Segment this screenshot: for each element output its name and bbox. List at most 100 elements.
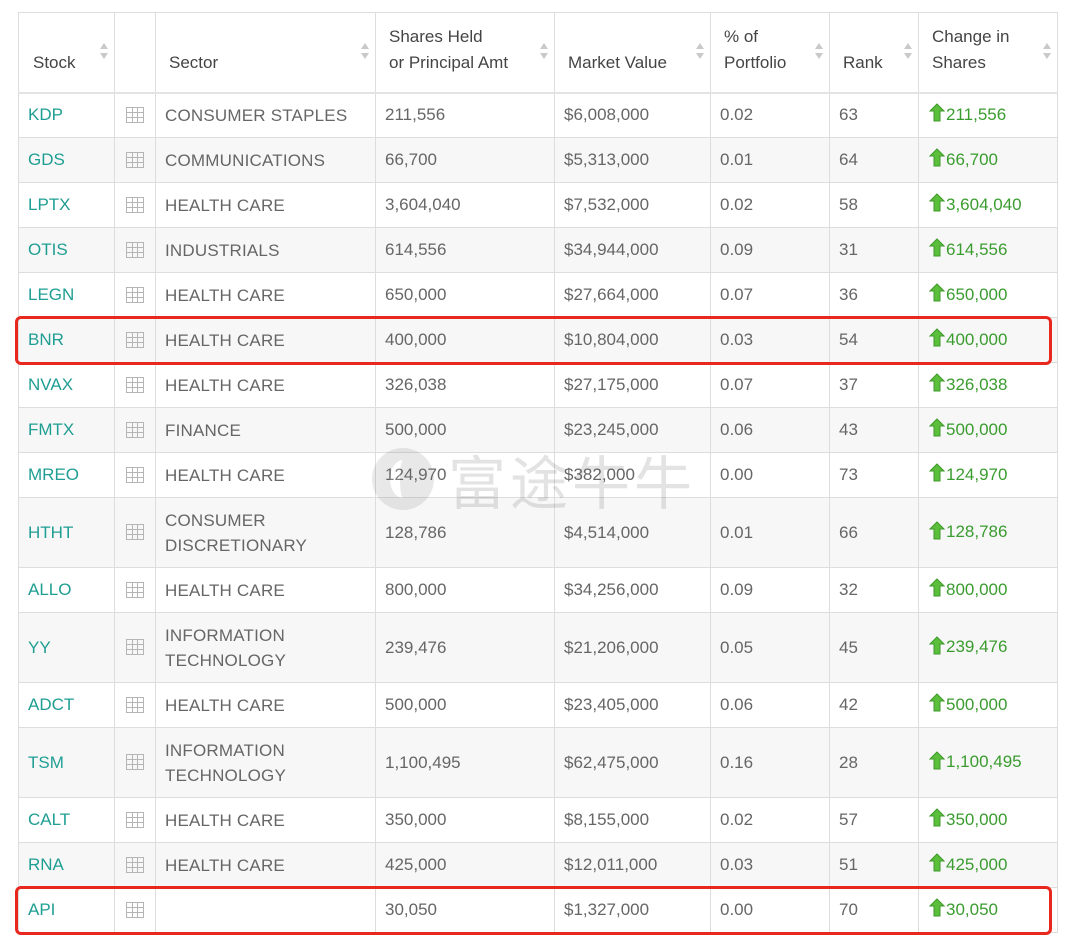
chart-cell[interactable] bbox=[114, 137, 156, 183]
rank-cell: 37 bbox=[829, 362, 919, 408]
change-value: 30,050 bbox=[946, 899, 998, 919]
percent-portfolio-cell: 0.01 bbox=[710, 137, 830, 183]
stock-ticker-link[interactable]: API bbox=[18, 887, 115, 933]
market-value-cell: $5,313,000 bbox=[554, 137, 711, 183]
stock-ticker-link[interactable]: NVAX bbox=[18, 362, 115, 408]
chart-cell[interactable] bbox=[114, 227, 156, 273]
grid-table-icon[interactable] bbox=[126, 241, 144, 258]
chart-cell[interactable] bbox=[114, 497, 156, 568]
change-in-shares-cell: 124,970 bbox=[918, 452, 1058, 498]
chart-cell[interactable] bbox=[114, 362, 156, 408]
stock-ticker-link[interactable]: CALT bbox=[18, 797, 115, 843]
stock-ticker-link[interactable]: OTIS bbox=[18, 227, 115, 273]
sector-cell: HEALTH CARE bbox=[155, 317, 376, 363]
column-header-label: Shares Held bbox=[389, 26, 483, 46]
shares-cell: 124,970 bbox=[375, 452, 555, 498]
change-in-shares-cell: 614,556 bbox=[918, 227, 1058, 273]
grid-table-icon[interactable] bbox=[126, 581, 144, 598]
change-in-shares-cell: 1,100,495 bbox=[918, 727, 1058, 798]
column-header-change-in-shares[interactable]: Change in Shares bbox=[918, 12, 1058, 94]
chart-cell[interactable] bbox=[114, 92, 156, 138]
sector-line-1: FINANCE bbox=[165, 420, 242, 440]
column-header-market-value[interactable]: Market Value bbox=[554, 12, 711, 94]
grid-table-icon[interactable] bbox=[126, 639, 144, 655]
stock-ticker-link[interactable]: HTHT bbox=[18, 497, 115, 568]
change-in-shares-cell: 128,786 bbox=[918, 497, 1058, 568]
stock-ticker-link[interactable]: FMTX bbox=[18, 407, 115, 453]
column-header-sector[interactable]: Sector bbox=[155, 12, 376, 94]
chart-cell[interactable] bbox=[114, 407, 156, 453]
change-value: 66,700 bbox=[946, 149, 998, 169]
grid-table-icon[interactable] bbox=[126, 331, 144, 348]
chart-cell[interactable] bbox=[114, 887, 156, 933]
column-header-shares[interactable]: Shares Held or Principal Amt bbox=[375, 12, 555, 94]
grid-table-icon[interactable] bbox=[126, 151, 144, 168]
column-header-percent-portfolio[interactable]: % of Portfolio bbox=[710, 12, 830, 94]
market-value-cell: $21,206,000 bbox=[554, 612, 711, 683]
shares-cell: 239,476 bbox=[375, 612, 555, 683]
chart-cell[interactable] bbox=[114, 567, 156, 613]
chart-cell[interactable] bbox=[114, 727, 156, 798]
shares-cell: 800,000 bbox=[375, 567, 555, 613]
chart-cell[interactable] bbox=[114, 317, 156, 363]
rank-cell: 51 bbox=[829, 842, 919, 888]
sort-arrows-icon[interactable] bbox=[540, 43, 548, 61]
chart-cell[interactable] bbox=[114, 682, 156, 728]
chart-cell[interactable] bbox=[114, 797, 156, 843]
up-arrow-icon bbox=[929, 693, 945, 712]
stock-ticker-link[interactable]: LEGN bbox=[18, 272, 115, 318]
market-value-cell: $7,532,000 bbox=[554, 182, 711, 228]
market-value-cell: $382,000 bbox=[554, 452, 711, 498]
percent-portfolio-cell: 0.09 bbox=[710, 567, 830, 613]
grid-table-icon[interactable] bbox=[126, 696, 144, 713]
sort-arrows-icon[interactable] bbox=[361, 43, 369, 61]
sort-arrows-icon[interactable] bbox=[1043, 43, 1051, 61]
grid-table-icon[interactable] bbox=[126, 196, 144, 213]
grid-table-icon[interactable] bbox=[126, 421, 144, 438]
chart-cell[interactable] bbox=[114, 452, 156, 498]
change-value: 400,000 bbox=[946, 329, 1008, 349]
up-arrow-icon bbox=[929, 283, 945, 302]
sort-arrows-icon[interactable] bbox=[815, 43, 823, 61]
stock-ticker-link[interactable]: YY bbox=[18, 612, 115, 683]
sector-cell: HEALTH CARE bbox=[155, 362, 376, 408]
table-row: TSM INFORMATION TECHNOLOGY 1,100,495 $62,475… bbox=[18, 727, 1058, 798]
sector-cell: INFORMATION TECHNOLOGY bbox=[155, 612, 376, 683]
table-row: LPTX HEALTH CARE 3,604,040 $7,532,000 0.02 58… bbox=[18, 182, 1058, 228]
grid-table-icon[interactable] bbox=[126, 524, 144, 540]
stock-ticker-link[interactable]: RNA bbox=[18, 842, 115, 888]
sort-arrows-icon[interactable] bbox=[100, 43, 108, 61]
chart-cell[interactable] bbox=[114, 272, 156, 318]
stock-ticker-link[interactable]: BNR bbox=[18, 317, 115, 363]
sector-line-1: INFORMATION bbox=[165, 740, 285, 760]
grid-table-icon[interactable] bbox=[126, 466, 144, 483]
stock-ticker-link[interactable]: ADCT bbox=[18, 682, 115, 728]
grid-table-icon[interactable] bbox=[126, 754, 144, 770]
column-header-stock[interactable]: Stock bbox=[18, 12, 115, 94]
stock-ticker-link[interactable]: TSM bbox=[18, 727, 115, 798]
sort-arrows-icon[interactable] bbox=[904, 43, 912, 61]
grid-table-icon[interactable] bbox=[126, 901, 144, 918]
grid-table-icon[interactable] bbox=[126, 376, 144, 393]
sector-cell: FINANCE bbox=[155, 407, 376, 453]
stock-ticker-link[interactable]: ALLO bbox=[18, 567, 115, 613]
chart-cell[interactable] bbox=[114, 842, 156, 888]
sector-line-1: HEALTH CARE bbox=[165, 855, 285, 875]
stock-ticker-link[interactable]: KDP bbox=[18, 92, 115, 138]
grid-table-icon[interactable] bbox=[126, 106, 144, 123]
chart-cell[interactable] bbox=[114, 612, 156, 683]
sector-line-1: INFORMATION bbox=[165, 625, 285, 645]
column-header-rank[interactable]: Rank bbox=[829, 12, 919, 94]
grid-table-icon[interactable] bbox=[126, 286, 144, 303]
stock-ticker-link[interactable]: MREO bbox=[18, 452, 115, 498]
change-value: 128,786 bbox=[946, 522, 1008, 542]
grid-table-icon[interactable] bbox=[126, 856, 144, 873]
sector-cell: HEALTH CARE bbox=[155, 842, 376, 888]
sort-arrows-icon[interactable] bbox=[696, 43, 704, 61]
grid-table-icon[interactable] bbox=[126, 811, 144, 828]
chart-cell[interactable] bbox=[114, 182, 156, 228]
percent-portfolio-cell: 0.07 bbox=[710, 272, 830, 318]
stock-ticker-link[interactable]: GDS bbox=[18, 137, 115, 183]
table-row: FMTX FINANCE 500,000 $23,245,000 0.06 43 500,0… bbox=[18, 407, 1058, 453]
stock-ticker-link[interactable]: LPTX bbox=[18, 182, 115, 228]
